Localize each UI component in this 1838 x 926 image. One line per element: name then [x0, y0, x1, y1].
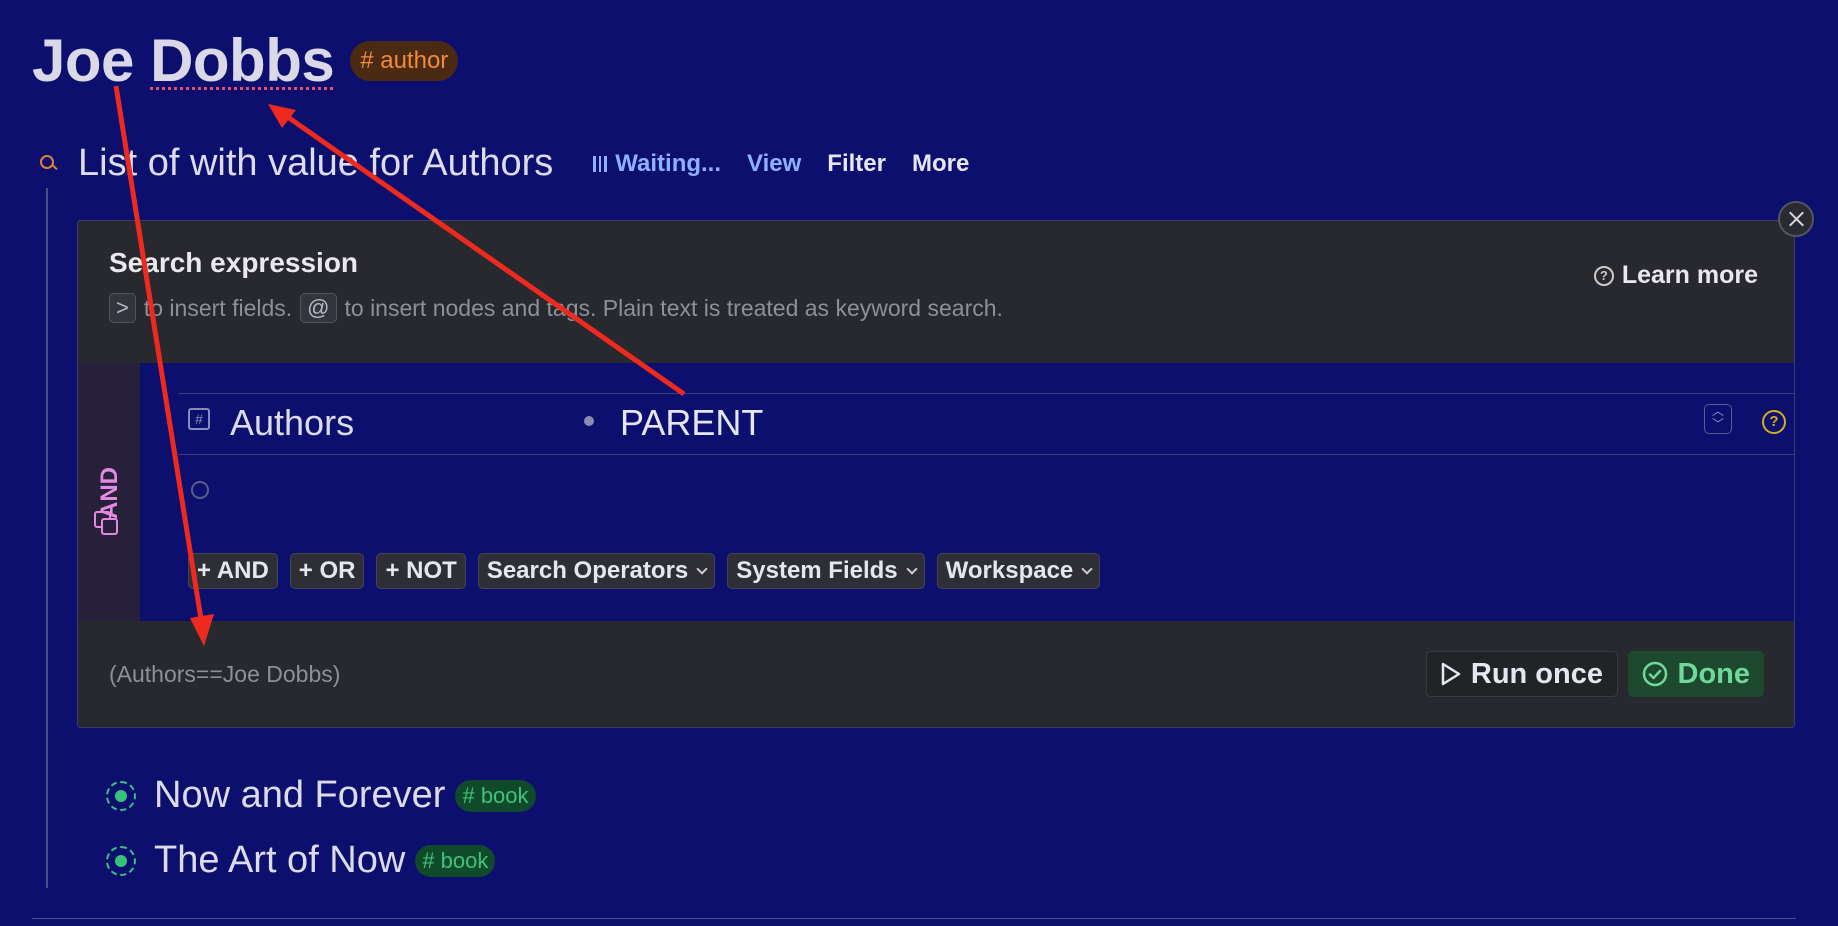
panel-footer: (Authors==Joe Dobbs) Run once Done — [78, 621, 1794, 727]
empty-node-bullet[interactable] — [191, 481, 209, 499]
panel-header: Search expression > to insert fields. @ … — [78, 221, 1794, 363]
chevron-down-icon — [905, 563, 918, 575]
panel-query-body: AND # Authors PARENT ︿ ﹀ ? + AND + OR + N… — [78, 363, 1794, 621]
operator-buttons: + AND + OR + NOT Search Operators System… — [188, 553, 1101, 589]
columns-icon — [593, 155, 608, 172]
add-and-button[interactable]: + AND — [188, 553, 278, 589]
page-title-first: Joe — [32, 27, 134, 94]
waiting-label: Waiting... — [615, 149, 722, 177]
result-item[interactable]: The Art of Now # book — [106, 839, 496, 882]
search-node-title[interactable]: List of with value for Authors — [78, 142, 553, 185]
play-icon — [1441, 662, 1461, 686]
workspace-dropdown[interactable]: Workspace — [936, 553, 1101, 589]
done-button[interactable]: Done — [1627, 651, 1764, 697]
system-fields-dropdown[interactable]: System Fields — [727, 553, 925, 589]
run-once-label: Run once — [1470, 657, 1603, 690]
chevron-down-icon — [1081, 563, 1093, 575]
result-item[interactable]: Now and Forever # book — [106, 774, 536, 817]
arrow-head-up — [268, 104, 296, 128]
page-title-second: Dobbs — [150, 27, 335, 94]
expand-collapse-icon[interactable]: ︿ ﹀ — [1704, 404, 1732, 434]
node-bullet-icon[interactable] — [106, 845, 136, 876]
learn-more-link[interactable]: ? Learn more — [1593, 261, 1758, 290]
book-tag[interactable]: # book — [455, 779, 536, 812]
done-label: Done — [1677, 657, 1751, 690]
more-button[interactable]: More — [912, 150, 969, 178]
chevron-down-icon — [696, 563, 708, 575]
bullet-dot-icon — [584, 416, 594, 426]
view-button[interactable]: View — [747, 150, 801, 178]
search-expression-panel: Search expression > to insert fields. @ … — [77, 220, 1795, 728]
field-value[interactable]: PARENT — [620, 402, 763, 444]
outline-guide-line — [46, 188, 48, 888]
search-operators-dropdown[interactable]: Search Operators — [477, 553, 716, 589]
filter-button[interactable]: Filter — [827, 150, 886, 178]
field-key-hint: > — [109, 293, 136, 323]
node-bullet-icon[interactable] — [106, 780, 136, 811]
waiting-status[interactable]: Waiting... — [593, 150, 721, 178]
result-title[interactable]: The Art of Now — [154, 839, 405, 882]
workspace-label: Workspace — [945, 557, 1074, 584]
page-title[interactable]: Joe Dobbs — [32, 26, 335, 95]
field-name[interactable]: Authors — [230, 402, 354, 444]
group-icon — [94, 511, 118, 535]
bottom-divider — [32, 918, 1796, 919]
result-title[interactable]: Now and Forever — [154, 774, 445, 817]
hint-text-nodes: to insert nodes and tags. Plain text is … — [344, 294, 1003, 321]
panel-heading: Search expression — [109, 247, 359, 278]
add-or-button[interactable]: + OR — [289, 553, 365, 589]
add-not-button[interactable]: + NOT — [376, 553, 466, 589]
system-fields-label: System Fields — [736, 557, 898, 584]
and-group-strip[interactable]: AND — [78, 363, 140, 621]
question-icon[interactable]: ? — [1762, 410, 1786, 434]
field-hash-icon: # — [188, 408, 210, 430]
field-condition-row[interactable]: # Authors PARENT ︿ ﹀ ? — [178, 393, 1794, 455]
search-icon[interactable] — [38, 153, 60, 175]
book-tag[interactable]: # book — [415, 844, 496, 877]
panel-hint: > to insert fields. @ to insert nodes an… — [109, 293, 1003, 323]
page-header: Joe Dobbs # author — [32, 26, 459, 95]
run-once-button[interactable]: Run once — [1425, 651, 1618, 697]
author-tag[interactable]: # author — [350, 40, 459, 81]
node-key-hint: @ — [300, 293, 337, 323]
check-circle-icon — [1642, 661, 1667, 687]
expression-preview: (Authors==Joe Dobbs) — [109, 661, 341, 687]
search-node-row: List of with value for Authors Waiting..… — [38, 142, 995, 185]
search-operators-label: Search Operators — [486, 557, 689, 584]
close-icon[interactable] — [1778, 201, 1814, 237]
help-icon: ? — [1593, 265, 1614, 286]
hint-text-fields: to insert fields. — [143, 294, 293, 321]
learn-more-label: Learn more — [1621, 261, 1758, 289]
